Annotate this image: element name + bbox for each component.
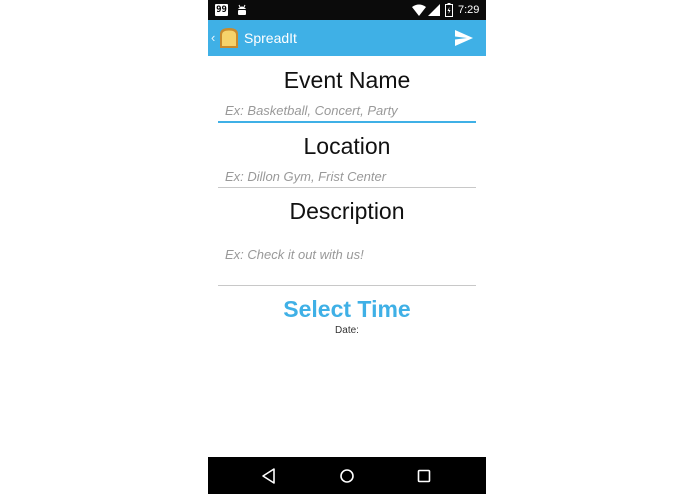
location-label: Location <box>303 133 391 159</box>
event-name-input[interactable] <box>218 100 476 123</box>
app-bar: ‹ SpreadIt <box>208 20 486 56</box>
event-name-label: Event Name <box>283 67 411 93</box>
app-title: SpreadIt <box>244 30 297 46</box>
location-input[interactable] <box>218 166 476 188</box>
android-icon <box>238 4 246 15</box>
phone-screen: 99 7:29 ‹ SpreadIt Event Name Ex: Basket… <box>208 0 486 494</box>
date-label: Date: <box>335 325 359 336</box>
signal-icon <box>428 4 440 16</box>
recents-square-icon[interactable] <box>414 466 434 486</box>
toast-icon[interactable] <box>217 27 241 49</box>
navigation-bar <box>208 457 486 494</box>
battery-icon <box>445 3 453 17</box>
description-input[interactable] <box>218 238 476 286</box>
home-circle-icon[interactable] <box>337 466 357 486</box>
send-icon[interactable] <box>454 29 474 47</box>
wifi-icon <box>412 4 426 16</box>
status-bar: 99 7:29 <box>208 0 486 20</box>
back-triangle-icon[interactable] <box>259 466 279 486</box>
description-label: Description <box>289 198 405 224</box>
select-time-button[interactable]: Select Time <box>208 295 486 323</box>
notification-badge-icon: 99 <box>215 4 228 16</box>
up-caret-icon[interactable]: ‹ <box>211 30 215 46</box>
clock-time: 7:29 <box>458 4 480 16</box>
